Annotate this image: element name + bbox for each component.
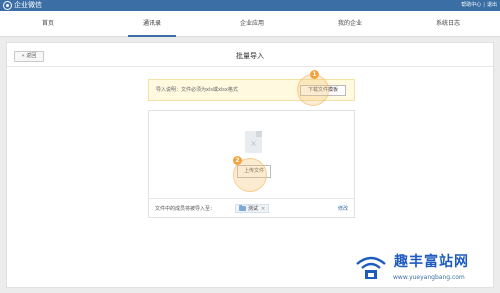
title-divider xyxy=(7,66,493,67)
brand: 企业微信 xyxy=(3,0,42,11)
wecom-logo-icon xyxy=(3,1,12,10)
notice-text: 导入说明：文件必须为xls或xlsx格式 xyxy=(156,87,238,93)
top-link-separator: | xyxy=(483,2,485,8)
top-bar: 企业微信 帮助中心 | 退出 xyxy=(0,0,500,11)
destination-row: 文件中的成员将被导入至： 测试 × 修改 xyxy=(148,198,355,218)
file-icon: × xyxy=(245,131,262,153)
watermark-text: 趣丰富站网 xyxy=(394,254,469,270)
watermark: 趣丰富站网 www.yueyangbang.com xyxy=(352,248,496,290)
page-title: 批量导入 xyxy=(236,52,264,60)
wifi-logo-icon xyxy=(356,256,386,279)
nav-item-apps[interactable]: 企业应用 xyxy=(224,11,280,37)
step-2-marker: 2 xyxy=(233,156,242,165)
logout-link[interactable]: 退出 xyxy=(487,0,497,11)
nav-item-contacts[interactable]: 通讯录 xyxy=(128,11,176,37)
watermark-url: www.yueyangbang.com xyxy=(393,274,465,281)
main-nav: 首页 通讯录 企业应用 我的企业 系统日志 xyxy=(0,11,500,37)
page: 企业微信 帮助中心 | 退出 首页 通讯录 企业应用 我的企业 系统日志 « 返… xyxy=(0,0,500,293)
folder-icon xyxy=(239,205,246,211)
top-links: 帮助中心 | 退出 xyxy=(461,0,497,11)
nav-item-my-company[interactable]: 我的企业 xyxy=(322,11,378,37)
modify-link[interactable]: 修改 xyxy=(338,199,348,219)
help-center-link[interactable]: 帮助中心 xyxy=(461,0,481,11)
nav-item-system-log[interactable]: 系统日志 xyxy=(420,11,476,37)
step-1-marker: 1 xyxy=(310,70,319,79)
destination-label: 文件中的成员将被导入至： xyxy=(155,206,216,212)
nav-item-home[interactable]: 首页 xyxy=(20,11,76,37)
destination-tag-label: 测试 xyxy=(248,206,259,212)
destination-tag: 测试 × xyxy=(235,204,270,213)
remove-tag-icon[interactable]: × xyxy=(261,206,265,212)
app-name: 企业微信 xyxy=(14,1,42,9)
file-icon-mark: × xyxy=(250,139,257,148)
